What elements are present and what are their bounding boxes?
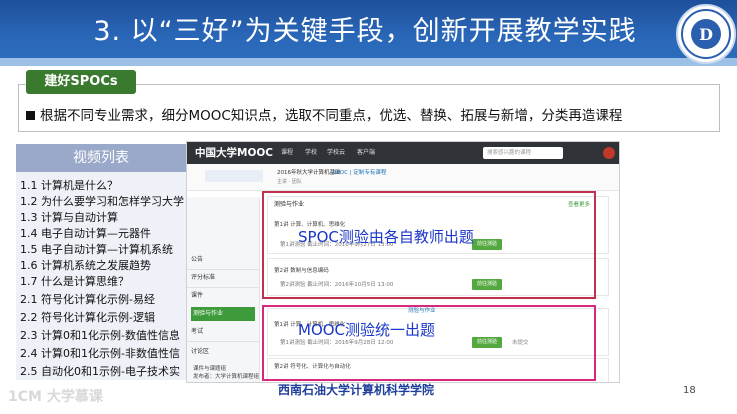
nav-client[interactable]: 客户端 [357,148,375,158]
side-item-exam[interactable]: 考试 [191,325,253,339]
mooc-top-bar: 中国大学MOOC 课程 学校 学校云 客户端 搜索感兴趣的课程 [187,142,619,164]
seal-logo: D [681,9,731,59]
side-item-grading[interactable]: 评分标准 [191,271,253,285]
side-item-quizzes[interactable]: 测验与作业 [191,307,255,321]
course-title: 2016年秋大学计算机基础 [277,170,341,176]
bullet-square-icon [26,111,35,120]
video-list-item[interactable]: 2.5 自动化0和1示例-电子技术实 [20,364,186,380]
mooc-callout-box [262,305,596,381]
footer-text: 西南石油大学计算机科学学院 [278,383,435,397]
side-item-announcements[interactable]: 公告 [191,253,253,267]
spoc-callout-text: SPOC测验由各自教师出题 [298,228,474,246]
watermark: 1CM 大学慕课 [8,389,103,405]
mooc-callout-text: MOOC测验统一出题 [298,321,436,339]
courseware-note: 课件与课题组 [193,366,227,372]
video-list-item[interactable]: 1.1 计算机是什么？ [20,178,186,194]
video-list-item[interactable]: 2.2 符号化计算化示例-逻辑 [20,310,186,326]
video-list: 视频列表 1.1 计算机是什么？ 1.2 为什么要学习和怎样学习大学 1.3 计… [16,144,186,380]
video-list-item[interactable]: 2.4 计算0和1化示例-非数值性信 [20,346,186,362]
course-side-nav: 公告 评分标准 课件 测验与作业 考试 讨论区 课件与课题组 发布者：大学计算机… [187,197,260,382]
divider [187,269,259,270]
school-logo [205,170,263,182]
slide-title: 3. 以“三好”为关键手段，创新开展教学实践 [93,16,637,47]
video-list-item[interactable]: 1.3 计算与自动计算 [20,210,186,226]
divider [187,341,259,342]
svg-text:D: D [699,25,713,44]
spoc-link[interactable]: SPOC | 定制专有课程 [333,169,386,177]
nav-school-cloud[interactable]: 学校云 [327,148,345,158]
side-item-forum[interactable]: 讨论区 [191,345,253,359]
section-tab: 建好SPOCs [26,70,136,94]
video-list-header: 视频列表 [16,144,186,172]
video-list-item[interactable]: 2.1 符号化计算化示例-易经 [20,292,186,308]
nav-courses[interactable]: 课程 [281,148,293,158]
avatar[interactable] [603,147,615,159]
video-list-item[interactable]: 1.5 电子自动计算—计算机系统 [20,242,186,258]
page-number: 18 [683,385,696,396]
nav-schools[interactable]: 学校 [305,148,317,158]
publisher-note: 发布者：大学计算机课程组 [193,374,260,380]
course-header: 2016年秋大学计算机基础 SPOC | 定制专有课程 主讲 · 团队 [187,164,619,191]
bullet-text: 根据不同专业需求，细分MOOC知识点，选取不同重点，优选、替换、拓展与新增，分类… [40,108,623,124]
video-list-item[interactable]: 1.4 电子自动计算—元器件 [20,226,186,242]
course-term: 主讲 · 团队 [277,179,302,185]
divider [187,287,259,288]
search-placeholder: 搜索感兴趣的课程 [487,150,532,156]
header-stripe [0,58,737,66]
side-item-courseware[interactable]: 课件 [191,289,253,303]
video-list-item[interactable]: 1.6 计算机系统之发展趋势 [20,258,186,274]
video-list-item[interactable]: 1.2 为什么要学习和怎样学习大学 [20,194,186,210]
university-seal-icon: D [676,4,736,64]
video-list-item[interactable]: 2.3 计算0和1化示例-数值性信息 [20,328,186,344]
mooc-logo[interactable]: 中国大学MOOC [195,145,273,161]
video-list-item[interactable]: 1.7 什么是计算思维？ [20,274,186,290]
